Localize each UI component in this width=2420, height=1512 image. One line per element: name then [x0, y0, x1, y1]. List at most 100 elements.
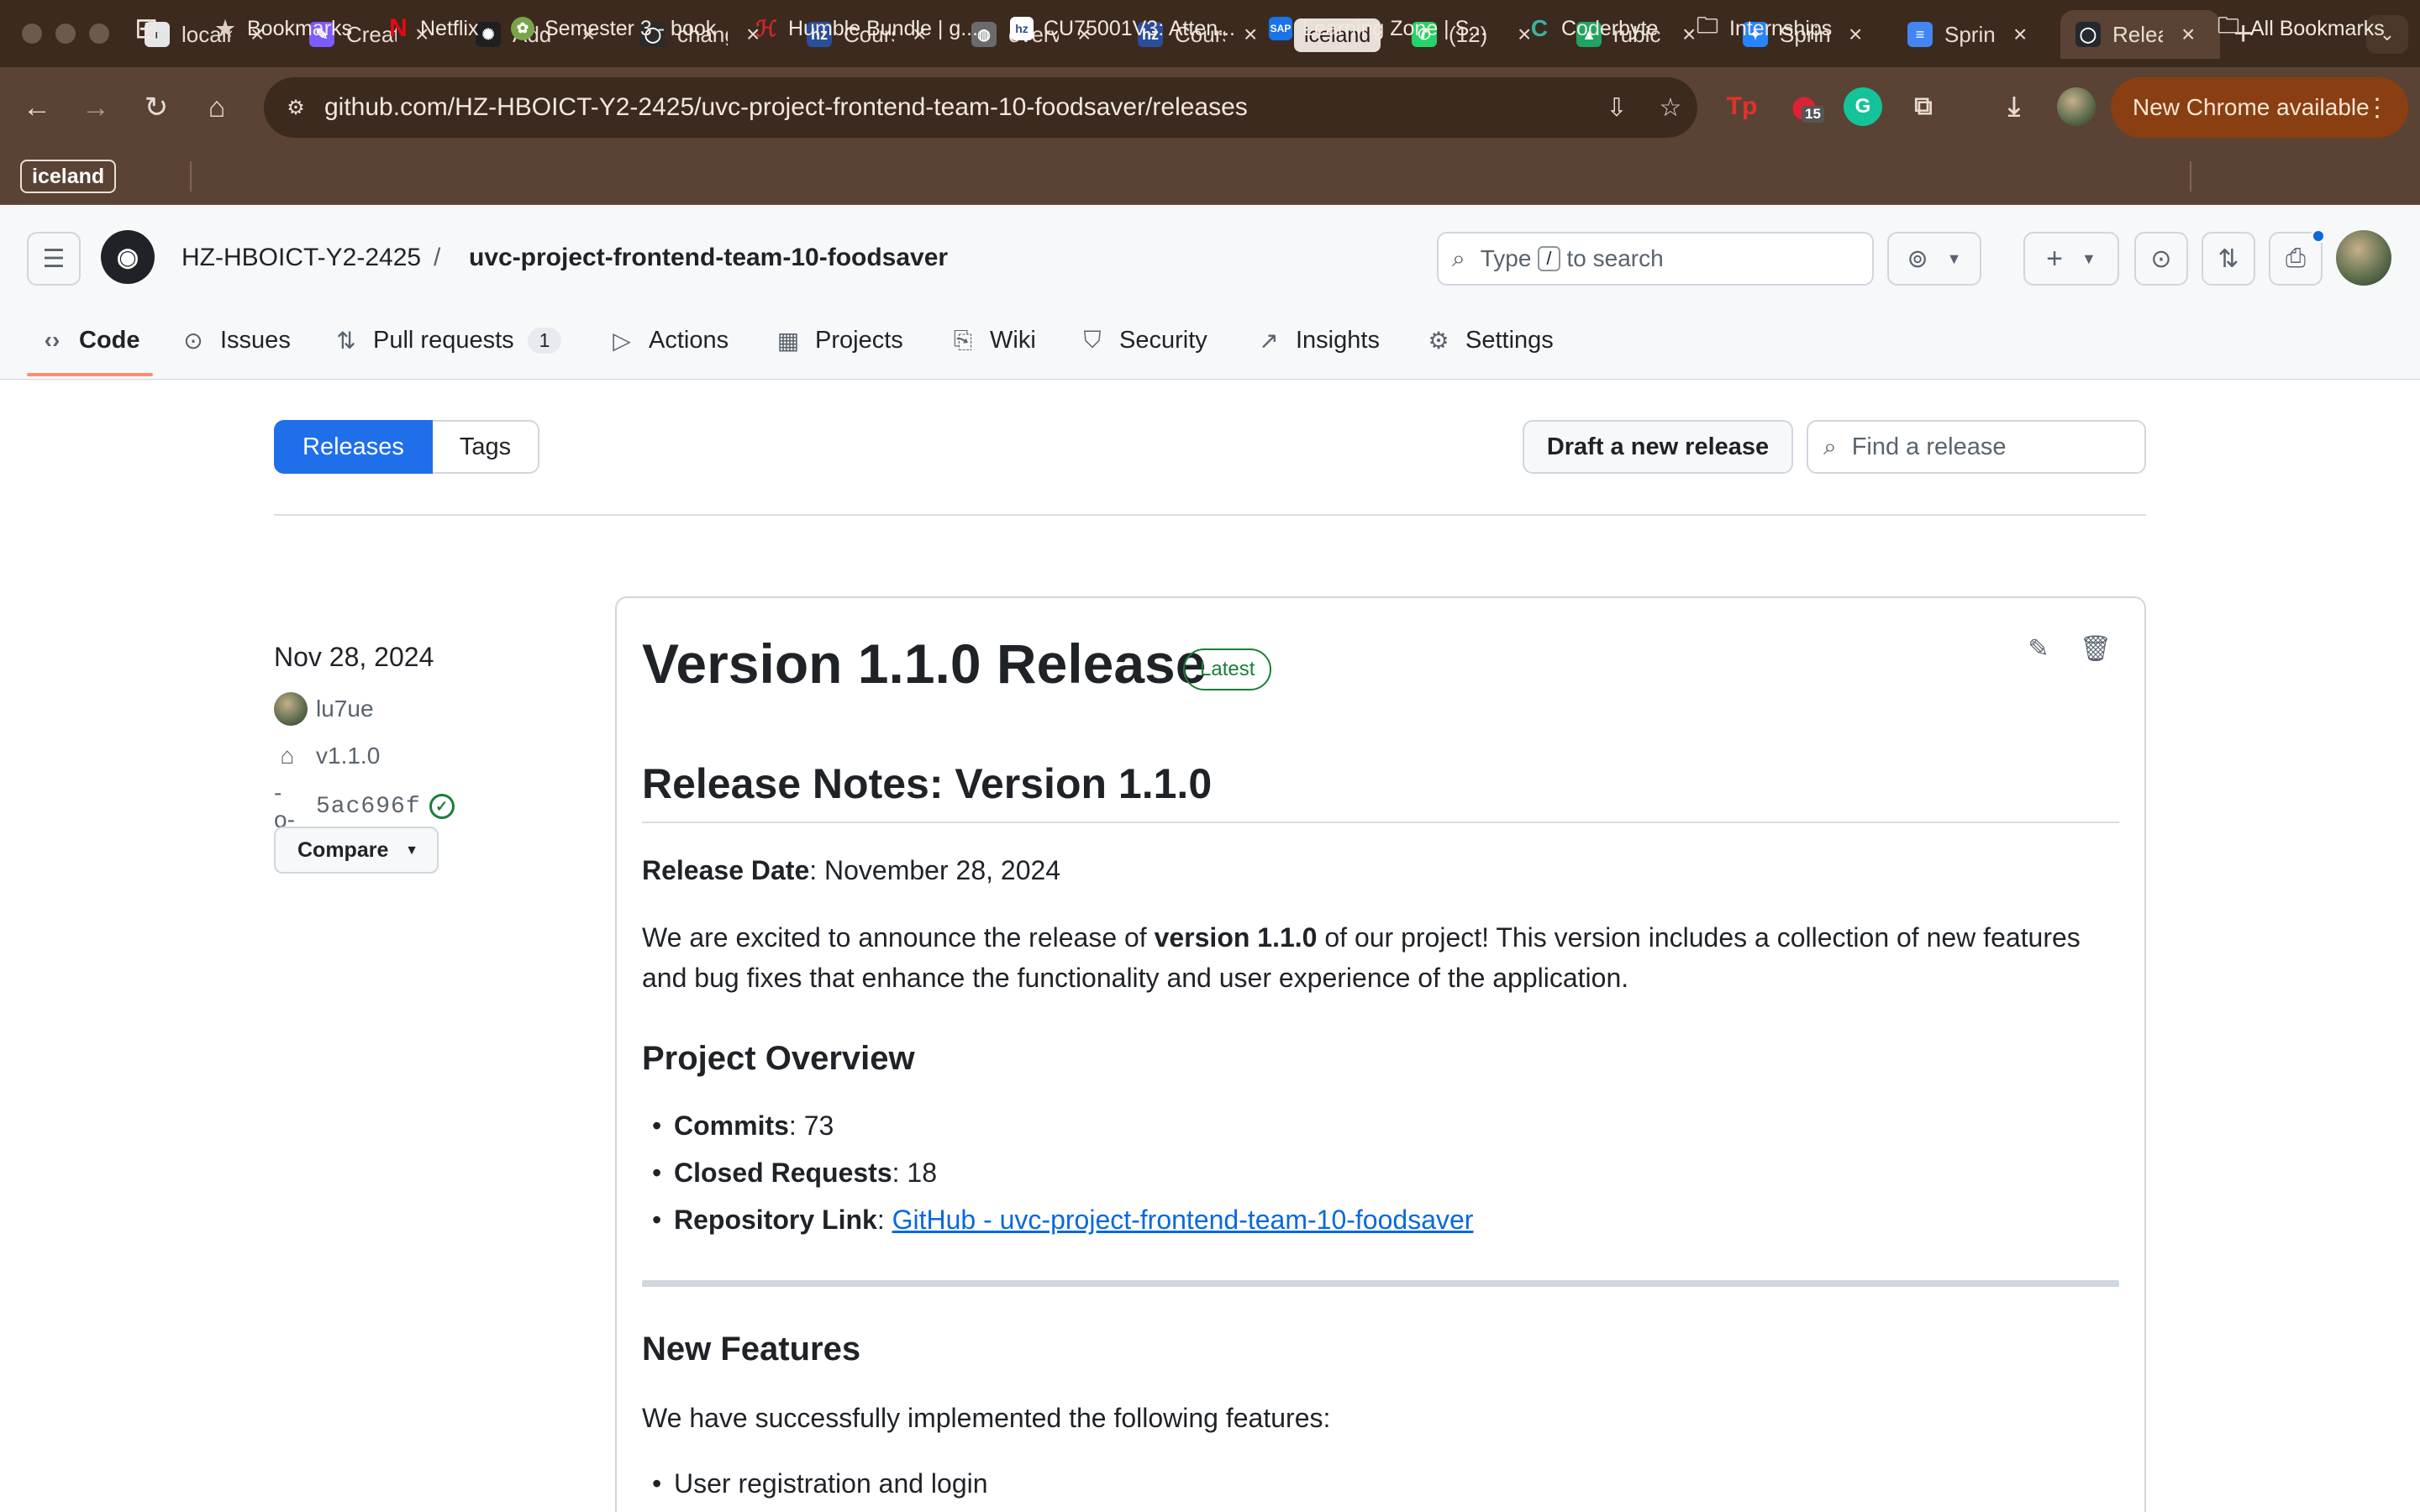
- bookmark-star-icon[interactable]: ☆: [1652, 89, 1689, 126]
- repository-link[interactable]: GitHub - uvc-project-frontend-team-10-fo…: [892, 1205, 1474, 1236]
- back-icon[interactable]: ←: [18, 89, 55, 126]
- issues-shortcut-icon[interactable]: ⊙: [2134, 232, 2188, 286]
- edit-pencil-icon[interactable]: ✎: [2018, 628, 2059, 669]
- bookmark-item[interactable]: ℋ Humble Bundle | g...: [755, 12, 978, 45]
- profile-avatar[interactable]: [2057, 87, 2096, 126]
- find-release-input[interactable]: ⌕ Find a release: [1807, 420, 2146, 474]
- reload-icon[interactable]: ↻: [138, 89, 175, 126]
- extension-tp-icon[interactable]: Tp: [1723, 87, 1761, 126]
- tab-close-icon[interactable]: ×: [1244, 21, 1257, 48]
- url-text[interactable]: github.com/HZ-HBOICT-Y2-2425/uvc-project…: [324, 93, 1248, 122]
- create-new-button[interactable]: + ▼: [2023, 232, 2119, 286]
- github-logo-icon[interactable]: ◉: [101, 230, 155, 284]
- search-placeholder-prefix: Type: [1480, 245, 1532, 271]
- book-icon: ✿: [511, 17, 534, 40]
- tab-close-icon[interactable]: ×: [2013, 21, 2027, 48]
- verified-check-icon[interactable]: ✓: [429, 794, 455, 819]
- downloads-icon[interactable]: ⤓: [1995, 87, 2033, 126]
- bookmark-item[interactable]: ★ Bookmarks: [213, 12, 352, 45]
- extension-badge-icon[interactable]: ⬤15: [1785, 87, 1824, 126]
- bookmark-item[interactable]: SAP Learning Zone | S...: [1269, 12, 1486, 45]
- browser-tab[interactable]: ≡ Sprint ×: [1907, 10, 2027, 59]
- compare-button[interactable]: Compare ▼: [274, 827, 439, 874]
- apps-grid-icon[interactable]: ⊞: [134, 12, 159, 45]
- bookmark-item[interactable]: C Coderbyte: [1528, 12, 1658, 45]
- tab-code[interactable]: ‹› Code: [39, 311, 140, 370]
- release-date: Nov 28, 2024: [274, 642, 434, 672]
- site-info-icon[interactable]: ⚙: [276, 87, 316, 128]
- tab-close-icon[interactable]: ×: [1849, 21, 1862, 48]
- draft-release-button[interactable]: Draft a new release: [1523, 420, 1793, 474]
- chrome-update-button[interactable]: New Chrome available ⋮: [2111, 77, 2408, 138]
- notes-heading: Release Notes: Version 1.1.0: [642, 760, 1213, 807]
- release-tag[interactable]: ⌂ v1.1.0: [274, 743, 381, 769]
- tab-pull-requests[interactable]: ⇅ Pull requests 1: [333, 311, 562, 370]
- issues-icon: ⊙: [183, 327, 203, 354]
- bookmark-label: Netflix: [420, 16, 479, 40]
- active-tab-indicator: [27, 373, 153, 376]
- list-item-value: : 73: [788, 1110, 834, 1141]
- tab-close-icon[interactable]: ×: [2181, 21, 2195, 48]
- all-bookmarks-label: All Bookmarks: [2250, 16, 2385, 40]
- hamburger-menu-icon[interactable]: ☰: [27, 232, 81, 286]
- author-name[interactable]: lu7ue: [316, 696, 374, 722]
- window-close-dot[interactable]: [22, 24, 42, 44]
- forward-icon[interactable]: →: [77, 89, 114, 126]
- home-icon[interactable]: ⌂: [198, 89, 235, 126]
- browser-tab-active[interactable]: ◯ Releases ×: [2060, 10, 2220, 59]
- release-date-value: : November 28, 2024: [809, 855, 1061, 885]
- repo-owner-link[interactable]: HZ-HBOICT-Y2-2425: [182, 244, 421, 272]
- tab-settings[interactable]: ⚙ Settings: [1425, 311, 1554, 370]
- tab-label: Settings: [1465, 326, 1554, 354]
- intro-paragraph: We are excited to announce the release o…: [642, 917, 2121, 998]
- releases-tab[interactable]: Releases: [274, 420, 433, 474]
- inbox-icon[interactable]: ⎙: [2269, 228, 2326, 286]
- bookmark-group-iceland[interactable]: iceland: [20, 160, 117, 193]
- netflix-icon: N: [389, 14, 408, 42]
- sap-icon: SAP: [1269, 17, 1292, 40]
- chrome-menu-icon[interactable]: ⋮: [2365, 93, 2390, 123]
- list-item-label: Commits: [674, 1110, 789, 1141]
- release-commit[interactable]: -o- 5ac696f ✓: [274, 780, 455, 833]
- folder-icon: 🗀: [2217, 13, 2239, 38]
- features-intro: We have successfully implemented the fol…: [642, 1403, 1331, 1433]
- tab-projects[interactable]: ▦ Projects: [775, 311, 903, 370]
- release-title[interactable]: Version 1.1.0 Release: [642, 632, 1206, 696]
- tab-wiki[interactable]: ⎘ Wiki: [950, 311, 1036, 370]
- tags-tab[interactable]: Tags: [432, 420, 540, 474]
- gear-icon: ⚙: [1428, 327, 1449, 354]
- install-app-icon[interactable]: ⇩: [1598, 89, 1635, 126]
- global-search-input[interactable]: ⌕ Type / to search: [1437, 232, 1874, 286]
- find-release-placeholder: Find a release: [1851, 433, 2007, 460]
- window-zoom-dot[interactable]: [89, 24, 109, 44]
- search-icon: ⌕: [1452, 244, 1465, 271]
- bookmark-label: Bookmarks: [247, 16, 353, 40]
- chrome-update-label: New Chrome available: [2133, 94, 2370, 120]
- tab-close-icon[interactable]: ×: [1682, 21, 1696, 48]
- bookmark-item[interactable]: N Netflix: [387, 12, 478, 45]
- bookmark-item[interactable]: hz CU75001V3: Atten...: [1010, 12, 1235, 45]
- extensions-puzzle-icon[interactable]: ⧉: [1904, 87, 1943, 126]
- copilot-button[interactable]: ⊚ ▼: [1887, 232, 1981, 286]
- tab-issues[interactable]: ⊙ Issues: [180, 311, 291, 370]
- address-bar[interactable]: ⚙ github.com/HZ-HBOICT-Y2-2425/uvc-proje…: [264, 77, 1697, 138]
- all-bookmarks-button[interactable]: 🗀 All Bookmarks: [2217, 12, 2385, 45]
- repo-name-link[interactable]: uvc-project-frontend-team-10-foodsaver: [469, 244, 948, 272]
- tab-insights[interactable]: ↗ Insights: [1255, 311, 1380, 370]
- tab-label: Pull requests: [373, 326, 514, 354]
- release-author[interactable]: lu7ue: [274, 692, 374, 726]
- tab-security[interactable]: ⛉ Security: [1079, 311, 1207, 370]
- bookmark-item[interactable]: 🗀 Internships: [1696, 12, 1832, 45]
- delete-trash-icon[interactable]: 🗑: [2075, 628, 2116, 669]
- commit-sha[interactable]: 5ac696f: [316, 794, 421, 820]
- tab-label: Insights: [1296, 326, 1380, 354]
- tag-name[interactable]: v1.1.0: [316, 743, 380, 769]
- bookmark-item[interactable]: ✿ Semester 3 - book: [511, 12, 716, 45]
- bookmark-label: Humble Bundle | g...: [788, 16, 979, 40]
- copilot-icon: ⊚: [1907, 244, 1928, 273]
- pull-requests-shortcut-icon[interactable]: ⇅: [2202, 232, 2255, 286]
- user-avatar[interactable]: [2336, 230, 2391, 286]
- tab-actions[interactable]: ▷ Actions: [608, 311, 729, 370]
- window-minimize-dot[interactable]: [55, 24, 76, 44]
- grammarly-icon[interactable]: G: [1844, 87, 1882, 126]
